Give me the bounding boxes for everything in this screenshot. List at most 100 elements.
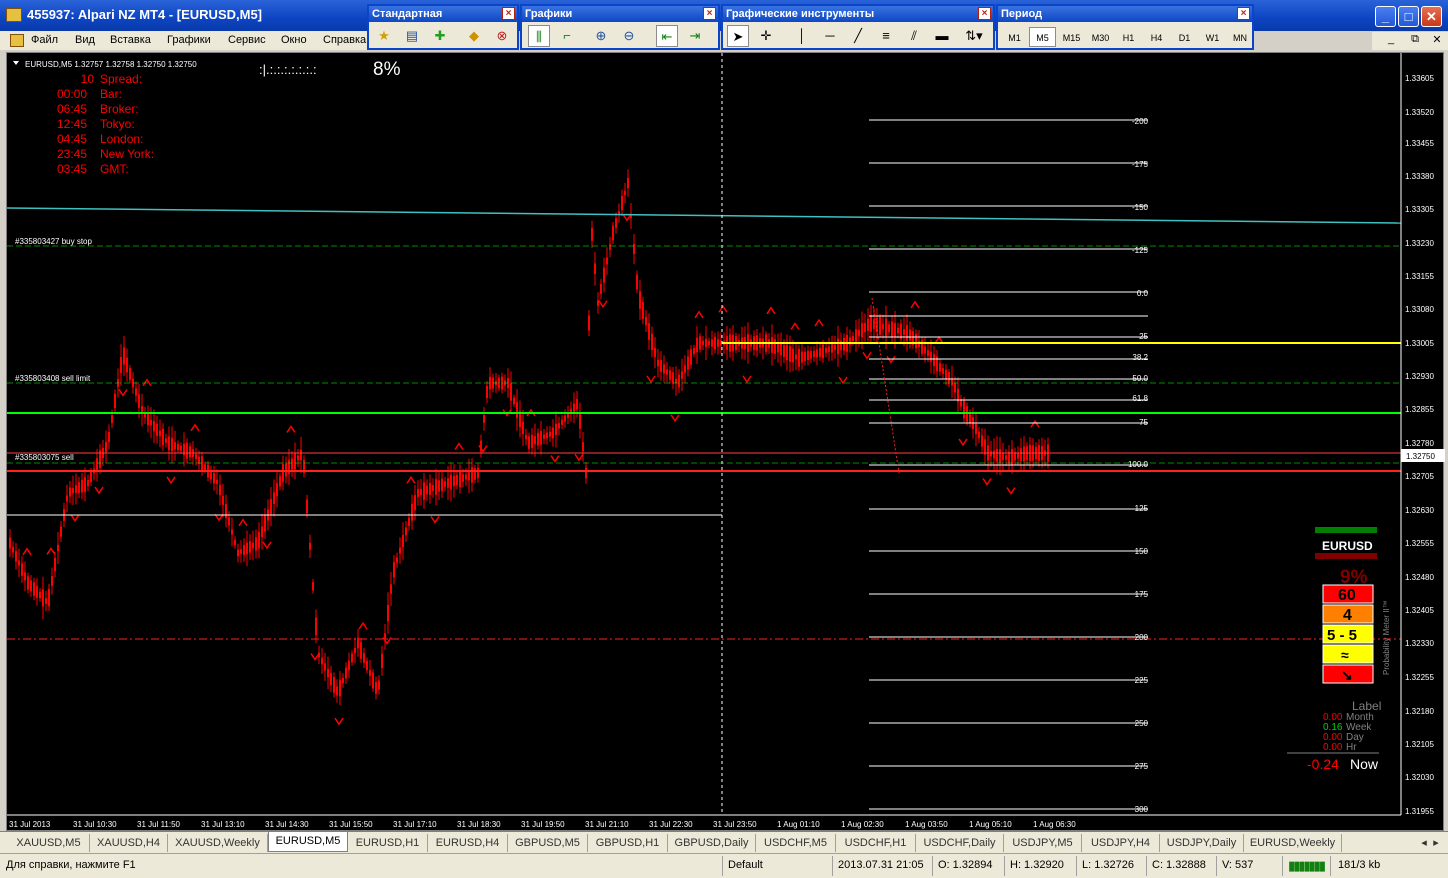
period-mn-button[interactable]: MN [1227, 27, 1253, 47]
tab-gbpusd-m5[interactable]: GBPUSD,M5 [508, 834, 588, 852]
status-profile[interactable]: Default [728, 859, 763, 871]
tab-eurusd-h1[interactable]: EURUSD,H1 [348, 834, 428, 852]
fractal-arrow [790, 322, 800, 330]
autotrading-icon[interactable]: ⊗ [491, 25, 513, 47]
minimize-button[interactable]: _ [1375, 6, 1396, 27]
chart-menu-icon[interactable] [13, 61, 19, 65]
tab-gbpusd-h1[interactable]: GBPUSD,H1 [588, 834, 668, 852]
favorites-icon[interactable]: ★ [373, 25, 395, 47]
charts-toolbar-close-icon[interactable]: × [703, 7, 716, 20]
period-toolbar-close-icon[interactable]: × [1237, 7, 1250, 20]
candle-body [66, 495, 68, 502]
drawing-tools-toolbar-close-icon[interactable]: × [978, 7, 991, 20]
tab-eurusd-m5[interactable]: EURUSD,M5 [268, 832, 348, 852]
fractal-arrow [262, 541, 272, 550]
tab-xauusd-h4[interactable]: XAUUSD,H4 [90, 834, 168, 852]
fractal-arrow [862, 351, 872, 360]
line-chart-icon[interactable]: ⌐ [556, 25, 578, 47]
tab-usdchf-m5[interactable]: USDCHF,M5 [756, 834, 836, 852]
candle-body [372, 672, 374, 689]
maximize-button[interactable]: □ [1398, 6, 1419, 27]
tab-usdjpy-daily[interactable]: USDJPY,Daily [1160, 834, 1244, 852]
fractal-arrow [598, 300, 608, 309]
tab-eurusd-h4[interactable]: EURUSD,H4 [428, 834, 508, 852]
tab-usdjpy-m5[interactable]: USDJPY,M5 [1004, 834, 1082, 852]
channel-icon[interactable]: ≡ [875, 25, 897, 47]
connection-bars-icon[interactable]: ▮▮▮▮▮▮▮ [1288, 858, 1326, 874]
chart-window-icon[interactable] [10, 34, 24, 47]
tokyo-time-value: 12:45 [57, 117, 87, 131]
candle-body [858, 329, 860, 337]
tab-usdjpy-h4[interactable]: USDJPY,H4 [1082, 834, 1160, 852]
trendline-icon[interactable]: ╱ [847, 25, 869, 47]
order-label-sell-limit[interactable]: #335803408 sell limit [15, 374, 91, 383]
zoom-out-icon[interactable]: ⊖ [618, 25, 640, 47]
menu-tools[interactable]: Сервис [228, 34, 266, 46]
tab-xauusd-weekly[interactable]: XAUUSD,Weekly [168, 834, 268, 852]
standard-toolbar-close-icon[interactable]: × [502, 7, 515, 20]
expert-advisors-icon[interactable]: ◆ [463, 25, 485, 47]
horizontal-line-icon[interactable]: ─ [819, 25, 841, 47]
price-chart[interactable]: EURUSD,M5 1.32757 1.32758 1.32750 1.3275… [7, 53, 1445, 832]
candle-body [696, 337, 698, 353]
period-d1-button[interactable]: D1 [1171, 27, 1198, 47]
tabs-scroll-right-icon[interactable]: ▸ [1430, 834, 1442, 852]
zoom-in-icon[interactable]: ⊕ [590, 25, 612, 47]
candle-body [513, 397, 515, 405]
period-m15-button[interactable]: M15 [1057, 27, 1086, 47]
candle-body [609, 244, 611, 250]
period-h1-button[interactable]: H1 [1115, 27, 1142, 47]
menu-file[interactable]: Файл [31, 34, 58, 46]
candle-body [327, 668, 329, 678]
cursor-icon[interactable]: ➤ [727, 25, 749, 47]
price-tick: 1.32630 [1405, 506, 1434, 515]
shapes-icon[interactable]: ▬ [931, 25, 953, 47]
status-divider [1330, 856, 1331, 876]
period-h4-button[interactable]: H4 [1143, 27, 1170, 47]
meter-cell-2-value: 4 [1343, 607, 1352, 624]
new-chart-icon[interactable]: ✚ [429, 25, 451, 47]
tabs-scroll-left-icon[interactable]: ◂ [1418, 834, 1430, 852]
mdi-restore-button[interactable]: ⧉ [1406, 33, 1424, 46]
candle-body [78, 482, 80, 493]
order-label-sell[interactable]: #335803075 sell [15, 453, 74, 462]
candle-body [300, 449, 302, 461]
tab-eurusd-weekly[interactable]: EURUSD,Weekly [1244, 834, 1342, 852]
crosshair-icon[interactable]: ✛ [755, 25, 777, 47]
period-m5-button[interactable]: M5 [1029, 27, 1056, 47]
menu-charts[interactable]: Графики [167, 34, 211, 46]
candle-body [780, 343, 782, 356]
chart-window[interactable]: EURUSD,M5 1.32757 1.32758 1.32750 1.3275… [6, 52, 1445, 832]
fibonacci-icon[interactable]: ⫽ [903, 25, 925, 47]
candle-body [1005, 455, 1007, 460]
candle-body [807, 350, 809, 361]
candle-body [333, 677, 335, 693]
chart-shift-icon[interactable]: ⇥ [684, 25, 706, 47]
menu-view[interactable]: Вид [75, 34, 95, 46]
candle-body [810, 351, 812, 359]
menu-window[interactable]: Окно [281, 34, 307, 46]
order-label-buy-stop[interactable]: #335803427 buy stop [15, 237, 93, 246]
tab-usdchf-daily[interactable]: USDCHF,Daily [916, 834, 1004, 852]
period-w1-button[interactable]: W1 [1199, 27, 1226, 47]
period-m30-button[interactable]: M30 [1086, 27, 1115, 47]
tab-gbpusd-daily[interactable]: GBPUSD,Daily [668, 834, 756, 852]
tab-xauusd-m5[interactable]: XAUUSD,M5 [8, 834, 90, 852]
candle-body [576, 398, 578, 410]
bar-chart-icon[interactable]: ⫼ [528, 25, 550, 47]
period-m1-button[interactable]: M1 [1001, 27, 1028, 47]
candle-body [39, 591, 41, 599]
vertical-line-icon[interactable]: │ [791, 25, 813, 47]
mdi-close-button[interactable]: ✕ [1428, 33, 1446, 46]
meter-hr-value: 0.00 [1323, 742, 1343, 753]
close-button[interactable]: ✕ [1421, 6, 1442, 27]
auto-scroll-icon[interactable]: ⇤ [656, 25, 678, 47]
menu-insert[interactable]: Вставка [110, 34, 151, 46]
arrows-dropdown-icon[interactable]: ⇅▾ [959, 25, 989, 47]
tab-usdchf-h1[interactable]: USDCHF,H1 [836, 834, 916, 852]
market-watch-icon[interactable]: ▤ [401, 25, 423, 47]
menu-help[interactable]: Справка [323, 34, 366, 46]
mdi-minimize-button[interactable]: _ [1382, 33, 1400, 45]
candle-body [462, 474, 464, 482]
candle-body [381, 653, 383, 669]
